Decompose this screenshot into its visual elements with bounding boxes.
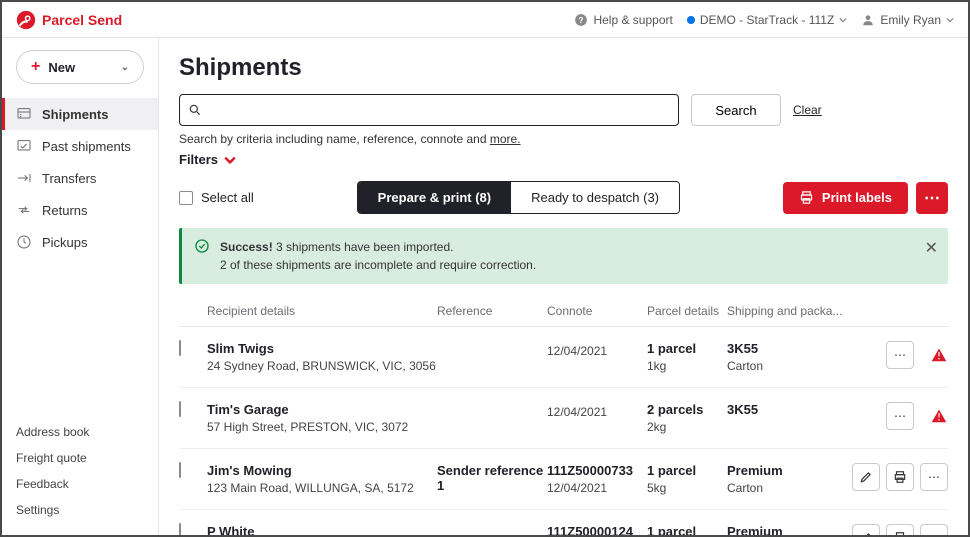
search-input[interactable] (202, 103, 670, 118)
chevron-down-icon (839, 16, 847, 24)
brand-logo-icon (16, 10, 36, 30)
print-button[interactable] (886, 463, 914, 491)
user-menu[interactable]: Emily Ryan (861, 13, 954, 27)
more-link[interactable]: more. (490, 132, 521, 146)
row-more-button[interactable]: ⋯ (886, 402, 914, 430)
success-alert: Success! 3 shipments have been imported.… (179, 228, 948, 284)
chevron-down-icon (224, 154, 236, 166)
close-icon[interactable]: ✕ (925, 238, 938, 258)
recipient-address: 24 Sydney Road, BRUNSWICK, VIC, 3056 (207, 359, 437, 373)
row-checkbox[interactable] (179, 340, 181, 356)
edit-button[interactable] (852, 463, 880, 491)
check-circle-icon (194, 238, 210, 254)
nav-icon (16, 202, 32, 218)
recipient-address: 123 Main Road, WILLUNGA, SA, 5172 (207, 481, 437, 495)
more-actions-button[interactable]: ⋯ (916, 182, 948, 214)
nav-icon (16, 138, 32, 154)
recipient-name: Jim's Mowing (207, 463, 437, 478)
row-more-button[interactable]: ⋯ (920, 524, 948, 535)
help-icon: ? (574, 13, 588, 27)
edit-button[interactable] (852, 524, 880, 535)
table-row: Jim's Mowing 123 Main Road, WILLUNGA, SA,… (179, 449, 948, 510)
search-icon (188, 103, 202, 117)
tab-ready-despatch[interactable]: Ready to despatch (3) (511, 182, 679, 213)
tab-prepare-print[interactable]: Prepare & print (8) (358, 182, 511, 213)
printer-icon (799, 190, 814, 205)
status-dot-icon (687, 16, 695, 24)
table-header: Recipient details Reference Connote Parc… (179, 294, 948, 327)
recipient-name: Slim Twigs (207, 341, 437, 356)
print-button[interactable] (886, 524, 914, 535)
search-button[interactable]: Search (691, 94, 781, 126)
sidebar-item-shipments[interactable]: Shipments (2, 98, 158, 130)
svg-text:?: ? (579, 15, 584, 24)
search-input-wrapper[interactable] (179, 94, 679, 126)
main: Shipments Search Clear Search by criteri… (159, 38, 968, 535)
help-support[interactable]: ? Help & support (574, 13, 672, 27)
table-row: P White370 KANGAROO GROUND-WATTLE GLEN R… (179, 510, 948, 535)
sidebar-link-freight-quote[interactable]: Freight quote (16, 445, 144, 471)
sidebar-link-feedback[interactable]: Feedback (16, 471, 144, 497)
topbar: Parcel Send ? Help & support DEMO - Star… (2, 2, 968, 38)
row-more-button[interactable]: ⋯ (920, 463, 948, 491)
account-selector[interactable]: DEMO - StarTrack - 111Z (687, 13, 847, 27)
status-tabs: Prepare & print (8) Ready to despatch (3… (357, 181, 680, 214)
select-all[interactable]: Select all (179, 190, 254, 205)
sidebar-link-settings[interactable]: Settings (16, 497, 144, 523)
sidebar-item-past-shipments[interactable]: Past shipments (2, 130, 158, 162)
row-more-button[interactable]: ⋯ (886, 341, 914, 369)
brand-name: Parcel Send (42, 12, 122, 28)
clear-link[interactable]: Clear (793, 103, 822, 117)
row-checkbox[interactable] (179, 462, 181, 478)
sidebar-link-address-book[interactable]: Address book (16, 419, 144, 445)
sidebar-item-returns[interactable]: Returns (2, 194, 158, 226)
sidebar-item-transfers[interactable]: Transfers (2, 162, 158, 194)
user-icon (861, 13, 875, 27)
sidebar-item-pickups[interactable]: Pickups (2, 226, 158, 258)
page-title: Shipments (179, 54, 948, 82)
search-hint: Search by criteria including name, refer… (179, 132, 948, 146)
chevron-down-icon (946, 16, 954, 24)
plus-icon: + (31, 58, 40, 76)
nav-icon (16, 170, 32, 186)
brand: Parcel Send (16, 10, 122, 30)
recipient-name: P White (207, 524, 437, 535)
nav-icon (16, 106, 32, 122)
chevron-down-icon: ⌄ (121, 62, 129, 73)
recipient-name: Tim's Garage (207, 402, 437, 417)
top-right: ? Help & support DEMO - StarTrack - 111Z… (574, 13, 954, 27)
filters-toggle[interactable]: Filters (179, 152, 948, 167)
table-row: Slim Twigs 24 Sydney Road, BRUNSWICK, VIC… (179, 327, 948, 388)
table-row: Tim's Garage 57 High Street, PRESTON, VIC… (179, 388, 948, 449)
warning-icon (930, 407, 948, 425)
warning-icon (930, 346, 948, 364)
new-button[interactable]: + New ⌄ (16, 50, 144, 84)
sidebar: + New ⌄ ShipmentsPast shipmentsTransfers… (2, 38, 159, 535)
row-checkbox[interactable] (179, 401, 181, 417)
print-labels-button[interactable]: Print labels (783, 182, 908, 214)
recipient-address: 57 High Street, PRESTON, VIC, 3072 (207, 420, 437, 434)
row-checkbox[interactable] (179, 523, 181, 535)
checkbox-icon[interactable] (179, 191, 193, 205)
nav-icon (16, 234, 32, 250)
